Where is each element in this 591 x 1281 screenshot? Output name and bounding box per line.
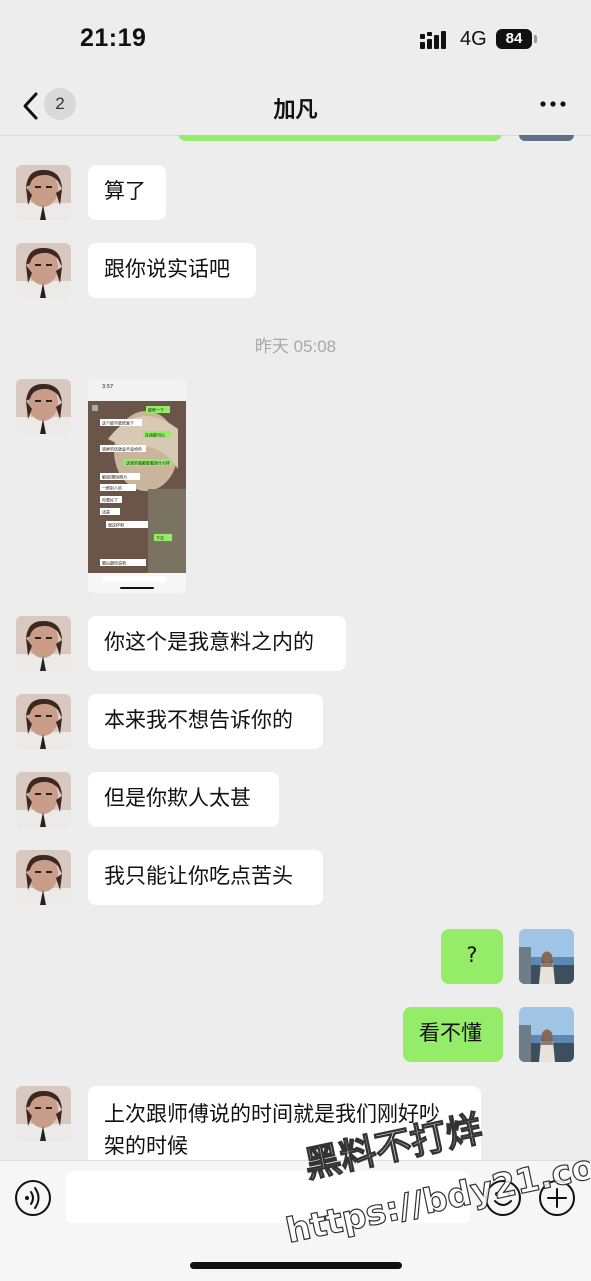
plus-icon[interactable] bbox=[538, 1179, 576, 1217]
received-message[interactable]: 本来我不想告诉你的 bbox=[88, 694, 323, 749]
received-message[interactable]: 上次跟师傅说的时间就是我们刚好吵 架的时候 bbox=[88, 1086, 481, 1160]
chat-title: 加凡 bbox=[273, 98, 318, 123]
previous-sent-bubble bbox=[178, 135, 502, 141]
contact-avatar[interactable] bbox=[16, 694, 71, 749]
received-message[interactable]: 我只能让你吃点苦头 bbox=[88, 850, 323, 905]
status-time: 21:19 bbox=[80, 24, 147, 52]
message-input[interactable] bbox=[66, 1171, 470, 1223]
thumb-line: 最后跟你说吧 bbox=[102, 560, 126, 566]
image-message[interactable]: 3:57 能帮一下 这个能不能修复下 在线都可以 锁屏的话就会不会给你 这里的我… bbox=[88, 379, 186, 593]
thumb-line: 这里的我都能看到什么样 bbox=[126, 460, 170, 466]
my-avatar[interactable] bbox=[519, 929, 574, 984]
thumb-time: 3:57 bbox=[102, 384, 113, 390]
previous-sent-avatar bbox=[519, 135, 574, 141]
signal-icon bbox=[420, 31, 446, 49]
thumb-line: 下次 bbox=[156, 535, 164, 541]
contact-avatar[interactable] bbox=[16, 616, 71, 671]
received-message[interactable]: 跟你说实话吧 bbox=[88, 243, 256, 298]
battery-tip bbox=[534, 35, 537, 43]
voice-icon[interactable] bbox=[14, 1179, 52, 1217]
thumb-line: 一群别人的 bbox=[102, 485, 122, 491]
sent-message[interactable]: ? bbox=[441, 929, 503, 984]
contact-avatar[interactable] bbox=[16, 772, 71, 827]
thumb-line: 你要好了 bbox=[102, 497, 118, 503]
more-icon[interactable] bbox=[540, 98, 566, 110]
thumb-line: 解锁/删除照片 bbox=[102, 474, 127, 480]
received-message[interactable]: 算了 bbox=[88, 165, 166, 220]
contact-avatar[interactable] bbox=[16, 1086, 71, 1141]
home-indicator bbox=[190, 1262, 402, 1269]
contact-avatar[interactable] bbox=[16, 243, 71, 298]
thumb-line: 能帮一下 bbox=[148, 407, 164, 413]
battery-indicator: 84 bbox=[496, 29, 532, 49]
thumb-line: 就这样吧 bbox=[108, 522, 124, 528]
contact-avatar[interactable] bbox=[16, 165, 71, 220]
received-message[interactable]: 但是你欺人太甚 bbox=[88, 772, 279, 827]
contact-avatar[interactable] bbox=[16, 379, 71, 434]
thumb-line: 锁屏的话就会不会给你 bbox=[102, 446, 142, 452]
thumb-line: 在线都可以 bbox=[145, 432, 165, 438]
network-type: 4G bbox=[460, 28, 487, 50]
message-line: 架的时候 bbox=[104, 1134, 188, 1158]
emoji-icon[interactable] bbox=[484, 1179, 522, 1217]
status-bar: 21:19 4G 84 bbox=[0, 0, 591, 80]
message-list[interactable]: 算了 跟你说实话吧 昨天 05:08 3:57 能帮一下 这个能不能修复下 在线… bbox=[0, 135, 591, 1160]
thumb-line: 这个能不能修复下 bbox=[102, 420, 134, 426]
thumb-line: 还是 bbox=[102, 509, 110, 515]
contact-avatar[interactable] bbox=[16, 850, 71, 905]
sent-message[interactable]: 看不懂 bbox=[403, 1007, 503, 1062]
message-line: 上次跟师傅说的时间就是我们刚好吵 bbox=[104, 1102, 440, 1126]
message-timestamp: 昨天 05:08 bbox=[254, 337, 337, 356]
my-avatar[interactable] bbox=[519, 1007, 574, 1062]
received-message[interactable]: 你这个是我意料之内的 bbox=[88, 616, 346, 671]
